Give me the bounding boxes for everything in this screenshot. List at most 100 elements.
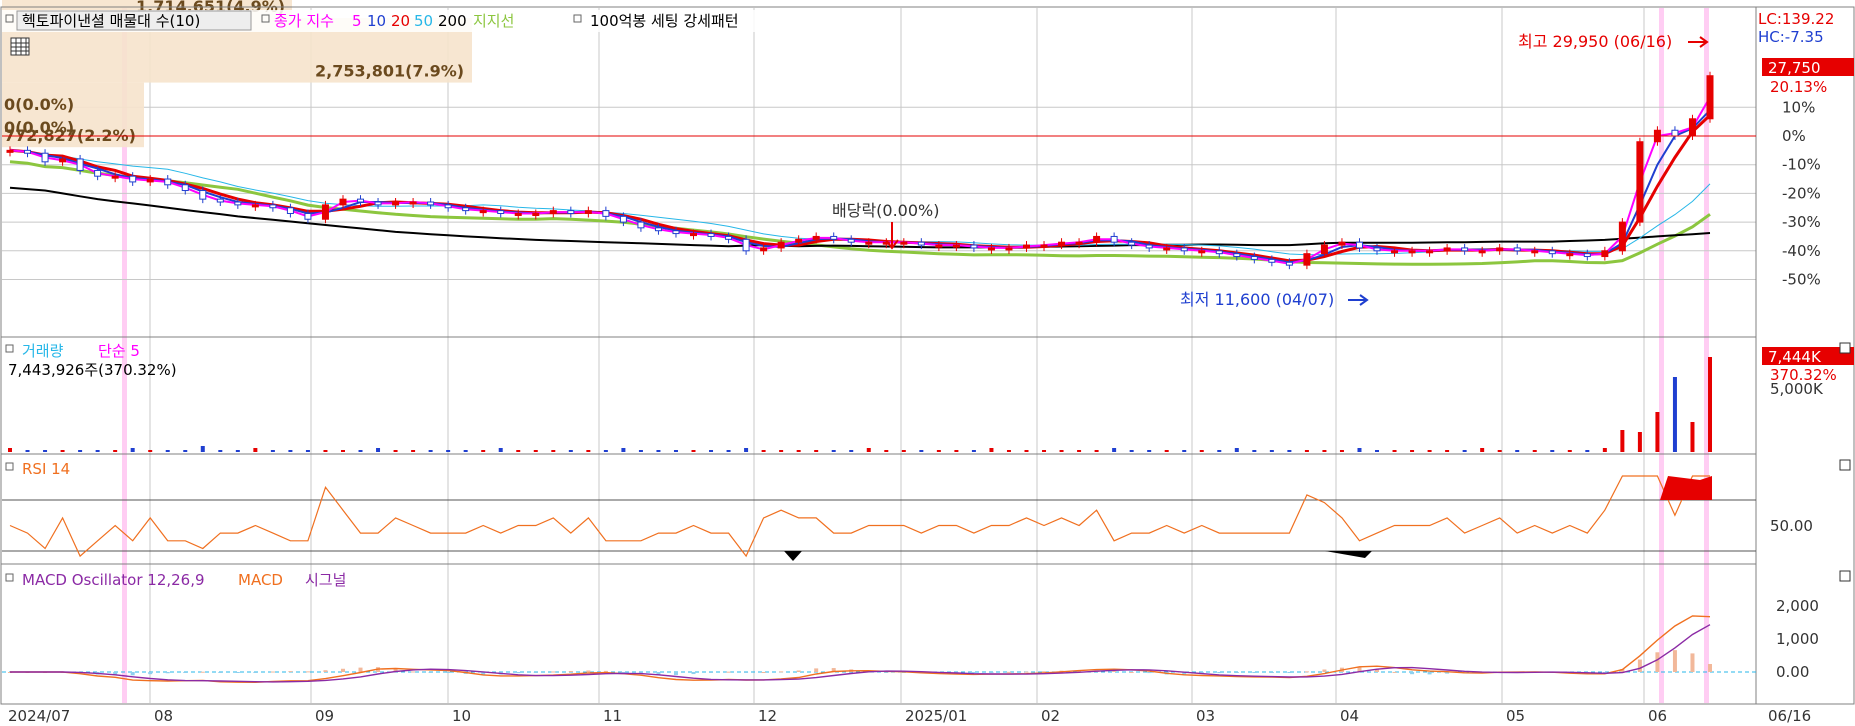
macd-oscillator-bar [183, 672, 188, 673]
macd-oscillator-bar [288, 671, 293, 673]
x-axis-label: 03 [1196, 707, 1215, 725]
candle [584, 210, 592, 214]
volume-bar [481, 450, 486, 452]
candle [1250, 256, 1258, 260]
volume-axis-label: 5,000K [1770, 380, 1824, 398]
lc-label: LC:139.22 [1758, 10, 1834, 28]
candle [234, 201, 242, 206]
volume-bar [1497, 450, 1502, 452]
candle [707, 233, 715, 237]
candle [339, 198, 347, 206]
volume-bar [8, 448, 12, 452]
volume-bar [165, 450, 170, 452]
macd-oscillator-bar [726, 671, 731, 673]
macd-oscillator-bar [200, 671, 205, 673]
candle [532, 212, 540, 216]
macd-oscillator-bar [411, 671, 416, 673]
volume-bar [463, 450, 468, 452]
volume-bar [1375, 450, 1380, 452]
volume-bar [428, 450, 433, 452]
volume-bar [1585, 450, 1590, 452]
x-axis-label: 2025/01 [905, 707, 967, 725]
volume-bar [253, 448, 258, 452]
candle [567, 210, 575, 214]
candle [427, 201, 435, 206]
x-axis-label: 11 [603, 707, 622, 725]
candle [251, 204, 259, 208]
macd-oscillator-bar [603, 670, 608, 672]
chart-background [0, 0, 1855, 726]
candle [760, 247, 768, 252]
close-panel-button[interactable] [1839, 570, 1851, 582]
volume-bar [1620, 430, 1625, 452]
ma-label: 종가 지수 [274, 12, 334, 30]
candle [725, 235, 733, 240]
candle [497, 210, 505, 214]
volume-bar [796, 450, 801, 452]
volume-bar [411, 450, 416, 452]
candle [1688, 118, 1696, 137]
candle [1075, 241, 1083, 245]
volume-bar [1094, 450, 1099, 452]
candle [654, 227, 662, 232]
ma-period-5: 5 [352, 12, 362, 30]
volume-value: 7,443,926주(370.32%) [8, 361, 177, 379]
stock-chart[interactable]: 7,443,926(21.3%)5,658,149(16.2%)9,760,67… [0, 0, 1855, 726]
candle [1338, 241, 1346, 246]
candle [1058, 241, 1066, 246]
volume-bar [691, 450, 696, 452]
macd-oscillator-bar [1427, 672, 1432, 675]
candle [1706, 75, 1714, 120]
volume-bar [603, 450, 608, 452]
volume-bar [1690, 422, 1695, 452]
candle [1671, 129, 1679, 137]
candle [1303, 253, 1311, 266]
volume-bar [200, 446, 205, 452]
candle [1215, 250, 1223, 255]
candle [637, 221, 645, 229]
volume-profile-label: 2,753,801(7.9%) [315, 62, 464, 81]
volume-bar [936, 450, 941, 452]
calendar-icon[interactable] [10, 37, 30, 56]
x-axis-label: 06 [1648, 707, 1667, 725]
candle [795, 238, 803, 243]
macd-oscillator-bar [428, 672, 433, 673]
close-panel-button[interactable] [1839, 342, 1851, 354]
volume-bar [60, 450, 65, 452]
event-highlight [1659, 8, 1664, 703]
macd-oscillator-bar [130, 672, 135, 676]
hc-label: HC:-7.35 [1758, 28, 1824, 46]
candle [1022, 244, 1030, 249]
stock-name: 헥토파이낸셜 매물대 수(10) [22, 12, 200, 30]
volume-bar [498, 448, 503, 452]
support-label: 지지선 [473, 12, 514, 30]
volume-bar [1357, 448, 1362, 452]
macd-axis-label: 0.00 [1776, 663, 1809, 681]
volume-bar [1077, 450, 1082, 452]
macd-oscillator-bar [305, 671, 310, 673]
price-axis-label: -30% [1782, 213, 1821, 231]
volume-bar [95, 450, 100, 452]
volume-bar [1024, 450, 1029, 452]
rsi-title: RSI 14 [22, 460, 70, 478]
macd-oscillator-bar [1147, 672, 1152, 674]
volume-bar [1672, 377, 1677, 452]
macd-oscillator-bar [814, 668, 819, 672]
candle [847, 238, 855, 243]
candle [181, 184, 189, 192]
macd-oscillator-bar [165, 672, 170, 674]
volume-bar [1480, 448, 1485, 452]
volume-bar [638, 450, 643, 452]
macd-oscillator-bar [1690, 653, 1695, 672]
ma-period-10: 10 [367, 12, 386, 30]
candle [462, 207, 470, 212]
close-panel-button[interactable] [1839, 459, 1851, 471]
macd-oscillator-bar [673, 672, 678, 675]
volume-bar [305, 450, 310, 452]
x-axis-label: 05 [1506, 707, 1525, 725]
candle [865, 241, 873, 245]
volume-bar [1252, 450, 1257, 452]
volume-bar [1287, 450, 1292, 452]
volume-bar [1339, 450, 1344, 452]
macd-oscillator-bar [1217, 672, 1222, 674]
